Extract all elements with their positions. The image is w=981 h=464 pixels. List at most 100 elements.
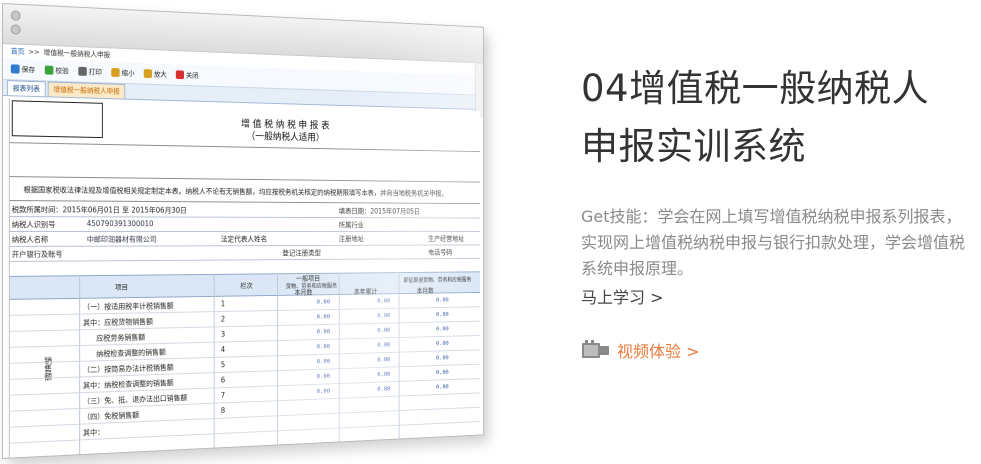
row-item-name: （四）免税销售额 — [83, 410, 140, 422]
reg-address-label: 注册地址 — [338, 234, 364, 244]
breadcrumb-current: 增值税一般纳税人申报 — [43, 48, 111, 60]
row-current-value[interactable]: 0.00 — [317, 357, 330, 365]
row-ytd-value[interactable]: 0.00 — [377, 370, 390, 378]
scrollbar[interactable] — [475, 63, 484, 118]
row-ytd-value[interactable]: 0.00 — [377, 385, 390, 393]
row-current-value[interactable]: 0.00 — [317, 387, 330, 395]
row-number: 5 — [220, 360, 226, 370]
phone-label: 电话号码 — [428, 248, 453, 257]
software-screenshot: 首页 >> 增值税一般纳税人申报 保存 校验 打印 缩小 放大 关闭 报表列表 增值税一般… — [2, 3, 550, 459]
toolbar-button-4[interactable]: 放大 — [143, 69, 167, 79]
tab-vat-filing[interactable]: 增值税一般纳税人申报 — [47, 81, 126, 99]
divider — [9, 142, 480, 153]
course-title: 04增值税一般纳税人 申报实训系统 — [581, 60, 973, 176]
toolbar-button-label: 打印 — [88, 67, 102, 76]
course-card: 首页 >> 增值税一般纳税人申报 保存 校验 打印 缩小 放大 关闭 报表列表 增值税一般… — [0, 0, 981, 464]
toolbar-button-label: 校验 — [55, 66, 69, 75]
check-icon — [44, 65, 54, 75]
zoom-in-icon — [143, 69, 153, 79]
col-no: 栏次 — [240, 282, 253, 290]
row-refund-value[interactable]: 0.00 — [436, 354, 449, 362]
sales-table: （一）按适用税率计税销售额 1 0.00 0.00 0.00 其中：应税货物销售额 2 0.0… — [9, 292, 480, 444]
close-icon — [175, 70, 185, 80]
print-icon — [78, 66, 87, 76]
row-current-value[interactable]: 0.00 — [317, 372, 330, 380]
row-item-name: （一）按适用税率计税销售额 — [83, 301, 174, 312]
course-title-line1: 04增值税一般纳税人 — [581, 67, 930, 110]
toolbar-button-label: 保存 — [21, 65, 36, 74]
industry-label: 所属行业 — [338, 220, 364, 230]
period-label: 税款所属时间：2015年06月01日 至 2015年06月30日 — [11, 205, 187, 215]
row-item-name: 其中： — [83, 427, 105, 438]
form-row-bank: 开户银行及账号 登记注册类型 电话号码 — [9, 245, 480, 262]
course-description: Get技能：学会在网上填写增值税纳税申报系列报表，实现网上增值税纳税申报与银行扣… — [581, 207, 966, 278]
bank-label: 开户银行及账号 — [11, 249, 63, 259]
row-refund-value[interactable]: 0.00 — [436, 383, 449, 391]
toolbar-button-5[interactable]: 关闭 — [175, 70, 199, 80]
row-current-value[interactable]: 0.00 — [317, 313, 330, 321]
row-number: 1 — [220, 299, 226, 309]
toolbar-button-2[interactable]: 打印 — [78, 66, 102, 77]
row-refund-value[interactable]: 0.00 — [436, 325, 449, 333]
taxpayer-name-label: 纳税人名称 — [11, 234, 49, 244]
taxpayer-id-label: 纳税人识别号 — [11, 220, 56, 230]
tax-form: 增 值 税 纳 税 申 报 表 （一般纳税人适用） 根据国家税收法律法规及增值税… — [8, 98, 480, 458]
legal-rep-label: 法定代表人姓名 — [220, 234, 268, 244]
row-number: 4 — [220, 345, 226, 354]
row-refund-value[interactable]: 0.00 — [436, 311, 449, 318]
form-row-period: 税款所属时间：2015年06月01日 至 2015年06月30日 填表日期：20… — [9, 202, 480, 219]
screenshot-window: 首页 >> 增值税一般纳税人申报 保存 校验 打印 缩小 放大 关闭 报表列表 增值税一般… — [2, 3, 484, 459]
video-trial-label: 视频体验 > — [617, 342, 700, 361]
toolbar-button-0[interactable]: 保存 — [10, 64, 36, 75]
taxpayer-name-field[interactable]: 中邮印润器材有限公司 — [87, 234, 157, 245]
row-ytd-value[interactable]: 0.00 — [377, 356, 390, 364]
row-refund-value[interactable]: 0.00 — [436, 296, 449, 303]
row-number: 2 — [220, 314, 226, 324]
row-item-name: 其中：纳税检查调整的销售额 — [83, 378, 174, 391]
toolbar-button-label: 缩小 — [121, 68, 135, 78]
save-icon — [10, 64, 20, 74]
fill-date-label: 填表日期：2015年07月05日 — [338, 206, 421, 216]
divider — [9, 176, 480, 183]
row-current-value[interactable]: 0.00 — [317, 328, 330, 336]
row-number: 6 — [220, 375, 226, 385]
row-refund-value[interactable]: 0.00 — [436, 368, 449, 376]
learn-now-link[interactable]: 马上学习 > — [581, 284, 664, 308]
row-number: 7 — [220, 390, 226, 400]
form-stamp-box — [11, 100, 103, 139]
biz-address-label: 生产经营地址 — [428, 234, 465, 243]
row-item-name: （二）按简易办法计税销售额 — [83, 362, 174, 375]
row-current-value[interactable]: 0.00 — [317, 298, 330, 306]
zoom-out-icon — [111, 67, 120, 78]
window-dot-icon — [10, 24, 21, 35]
reg-type-label: 登记注册类型 — [282, 248, 321, 258]
row-item-name: 其中：应税货物销售额 — [83, 317, 153, 328]
window-dot-icon — [10, 10, 21, 21]
row-ytd-value[interactable]: 0.00 — [377, 341, 390, 349]
row-ytd-value[interactable]: 0.00 — [377, 326, 390, 334]
row-number: 8 — [220, 406, 226, 415]
taxpayer-id-field[interactable]: 450790391300010 — [87, 219, 154, 228]
film-icon — [581, 340, 611, 360]
form-note: 根据国家税收法律法规及增值税相关规定制定本表。纳税人不论有无销售额，均应按税务机… — [23, 185, 448, 198]
row-item-name: 应税劳务销售额 — [96, 332, 146, 343]
toolbar-button-label: 关闭 — [185, 71, 199, 80]
toolbar-button-1[interactable]: 校验 — [44, 65, 69, 76]
row-item-name: 纳税检查调整的销售额 — [96, 347, 166, 359]
course-title-line2: 申报实训系统 — [581, 125, 806, 168]
video-trial-link[interactable]: 视频体验 > — [581, 340, 700, 361]
toolbar-button-label: 放大 — [153, 69, 167, 79]
row-number: 3 — [220, 329, 226, 339]
form-title: 增 值 税 纳 税 申 报 表 （一般纳税人适用） — [189, 117, 379, 146]
breadcrumb-home[interactable]: 首页 — [11, 46, 25, 56]
toolbar-button-3[interactable]: 缩小 — [111, 67, 135, 78]
form-row-taxpayer-id: 纳税人识别号 450790391300010 所属行业 — [9, 217, 480, 232]
row-refund-value[interactable]: 0.00 — [436, 339, 449, 347]
col-item: 项目 — [115, 283, 129, 292]
tab-report-list[interactable]: 报表列表 — [6, 80, 46, 97]
row-ytd-value[interactable]: 0.00 — [377, 297, 390, 305]
col-refund: 即征即退货物、劳务和应税服务 — [403, 276, 472, 284]
row-current-value[interactable]: 0.00 — [317, 342, 330, 350]
row-ytd-value[interactable]: 0.00 — [377, 312, 390, 320]
breadcrumb-separator: >> — [28, 48, 40, 57]
